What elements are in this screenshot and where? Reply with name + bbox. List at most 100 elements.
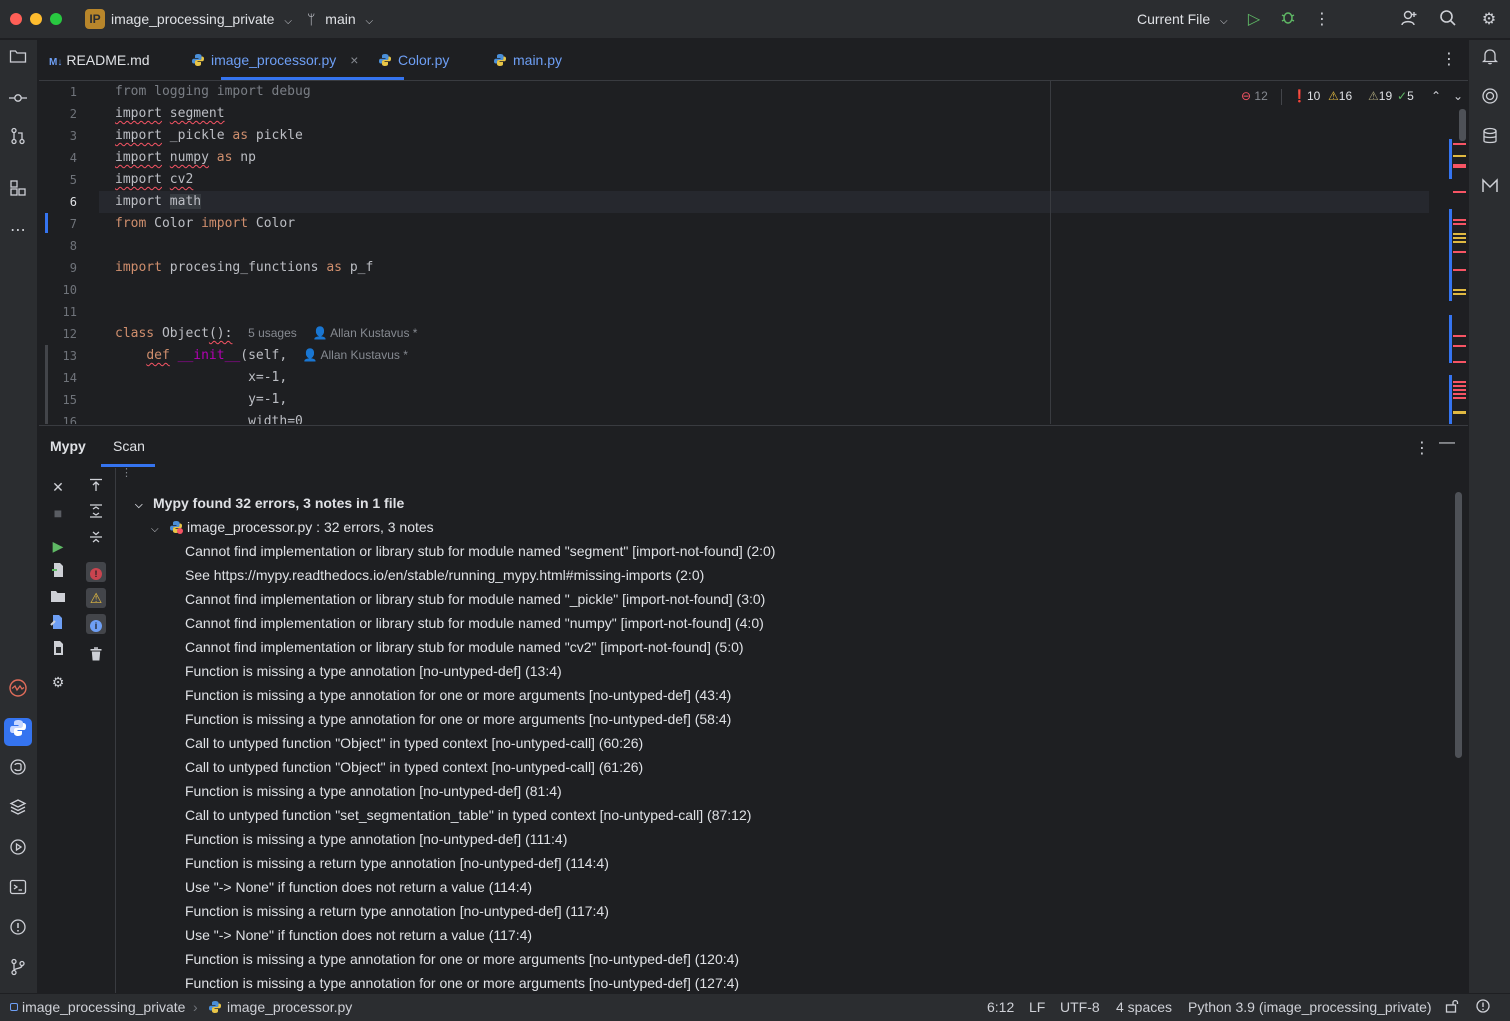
trash-icon[interactable] — [86, 646, 106, 666]
tree-file-node[interactable]: ⌵ image_processor.py : 32 errors, 3 notes — [151, 519, 434, 535]
result-item[interactable]: Cannot find implementation or library st… — [185, 635, 775, 659]
result-item[interactable]: Function is missing a return type annota… — [185, 899, 775, 923]
inspection-weak-warning-count[interactable]: ⚠19 — [1368, 89, 1392, 103]
problems-status-icon[interactable] — [1476, 999, 1490, 1016]
tool-window-options-icon[interactable]: ⋮ — [1414, 438, 1430, 458]
next-highlight-icon[interactable]: ⌄ — [1453, 89, 1463, 103]
minimize-window-button[interactable] — [30, 13, 42, 25]
inspection-warning-count[interactable]: ⚠16 — [1328, 89, 1352, 103]
close-tab-icon[interactable]: × — [350, 52, 358, 68]
project-selector[interactable]: image_processing_private ⌵ — [111, 11, 292, 27]
author-hint[interactable]: 👤 Allan Kustavus * — [303, 348, 408, 362]
stop-icon[interactable]: ■ — [48, 503, 68, 523]
result-item[interactable]: Use "-> None" if function does not retur… — [185, 875, 775, 899]
tab-scan[interactable]: Scan — [113, 438, 145, 454]
ai-assistant-icon[interactable] — [1477, 87, 1503, 113]
close-window-button[interactable] — [10, 13, 22, 25]
filter-errors-icon[interactable]: ! — [86, 562, 106, 582]
result-item[interactable]: Call to untyped function "set_segmentati… — [185, 803, 775, 827]
results-scrollbar[interactable] — [1455, 492, 1462, 758]
python-file-icon — [191, 42, 205, 66]
project-folder-icon[interactable] — [5, 47, 31, 73]
run-icon[interactable]: ▷ — [1243, 9, 1265, 31]
result-item[interactable]: Use "-> None" if function does not retur… — [185, 923, 775, 947]
pull-requests-icon[interactable] — [5, 127, 31, 153]
scan-directory-icon[interactable] — [48, 588, 68, 608]
drag-handle-icon[interactable]: ⋮ — [121, 466, 132, 479]
result-item[interactable]: Cannot find implementation or library st… — [185, 539, 775, 563]
indent-setting[interactable]: 4 spaces — [1116, 999, 1172, 1015]
search-icon[interactable] — [1437, 9, 1459, 31]
terminal-icon[interactable] — [5, 878, 31, 904]
more-actions-icon[interactable]: ⋮ — [1311, 9, 1333, 31]
debug-icon[interactable] — [1277, 9, 1299, 31]
run-scan-icon[interactable]: ▶ — [48, 536, 68, 556]
tab-image-processor[interactable]: image_processor.py × — [191, 40, 358, 80]
structure-icon[interactable] — [5, 179, 31, 205]
result-item[interactable]: Cannot find implementation or library st… — [185, 611, 775, 635]
result-item[interactable]: Function is missing a type annotation [n… — [185, 827, 775, 851]
result-item[interactable]: Function is missing a return type annota… — [185, 851, 775, 875]
add-user-icon[interactable] — [1398, 9, 1420, 31]
profiler-icon[interactable] — [5, 678, 31, 704]
inspection-error-count[interactable]: ❗10 — [1292, 89, 1320, 103]
python-packages-icon[interactable] — [5, 798, 31, 824]
scroll-to-source-icon[interactable] — [86, 477, 106, 497]
result-item[interactable]: Cannot find implementation or library st… — [185, 587, 775, 611]
close-icon[interactable]: ✕ — [48, 477, 68, 497]
scan-project-icon[interactable] — [48, 640, 68, 660]
result-item[interactable]: Call to untyped function "Object" in typ… — [185, 731, 775, 755]
more-tools-icon[interactable]: ⋯ — [5, 218, 31, 244]
lock-icon[interactable] — [1445, 999, 1459, 1016]
services-icon[interactable] — [5, 838, 31, 864]
run-config-selector[interactable]: Current File ⌵ — [1137, 11, 1228, 27]
branch-selector[interactable]: ᛘ main ⌵ — [307, 11, 373, 27]
usages-hint[interactable]: 5 usages — [248, 326, 297, 340]
previous-highlight-icon[interactable]: ⌃ — [1431, 89, 1441, 103]
filter-warnings-icon[interactable]: ⚠ — [86, 588, 106, 608]
database-icon[interactable] — [1477, 127, 1503, 153]
scan-changed-files-icon[interactable] — [48, 614, 68, 634]
minimize-panel-icon[interactable]: — — [1439, 434, 1455, 452]
scan-file-icon[interactable] — [48, 562, 68, 582]
error-stripe[interactable] — [1449, 109, 1467, 424]
result-item[interactable]: Function is missing a type annotation fo… — [185, 947, 775, 971]
problems-icon[interactable] — [5, 918, 31, 944]
result-item[interactable]: Function is missing a type annotation [n… — [185, 779, 775, 803]
tab-readme[interactable]: M↓ README.md — [49, 40, 150, 80]
inspection-blocked-count[interactable]: ⊖ 12 — [1241, 89, 1268, 103]
file-encoding[interactable]: UTF-8 — [1060, 999, 1100, 1015]
author-hint[interactable]: 👤 Allan Kustavus * — [312, 326, 417, 340]
breadcrumb-file[interactable]: image_processor.py — [208, 999, 352, 1015]
breadcrumb-project[interactable]: image_processing_private — [10, 999, 185, 1015]
result-item[interactable]: Function is missing a type annotation fo… — [185, 683, 775, 707]
caret-position[interactable]: 6:12 — [987, 999, 1014, 1015]
tree-root-summary[interactable]: ⌵ Mypy found 32 errors, 3 notes in 1 file — [135, 495, 404, 511]
git-icon[interactable] — [5, 958, 31, 984]
result-item[interactable]: Call to untyped function "Object" in typ… — [185, 755, 775, 779]
tab-main[interactable]: main.py — [493, 40, 562, 80]
project-badge[interactable]: IP — [85, 9, 105, 29]
result-item[interactable]: Function is missing a type annotation fo… — [185, 707, 775, 731]
markdown-preview-icon[interactable] — [1477, 177, 1503, 203]
mypy-tool-icon[interactable] — [4, 718, 32, 746]
line-number: 2 — [69, 107, 77, 121]
settings-gear-icon[interactable]: ⚙ — [1478, 9, 1500, 31]
line-separator[interactable]: LF — [1029, 999, 1045, 1015]
settings-gear-icon[interactable]: ⚙ — [48, 672, 68, 692]
collapse-all-icon[interactable] — [86, 529, 106, 549]
python-console-icon[interactable] — [5, 758, 31, 784]
tab-options-icon[interactable]: ⋮ — [1441, 40, 1457, 80]
code-editor[interactable]: 1 2 3 4 5 6 7 8 9 10 11 12 13 14 15 16 f… — [39, 81, 1468, 424]
result-item[interactable]: Function is missing a type annotation fo… — [185, 971, 775, 995]
filter-info-icon[interactable]: i — [86, 614, 106, 634]
result-item[interactable]: Function is missing a type annotation [n… — [185, 659, 775, 683]
zoom-window-button[interactable] — [50, 13, 62, 25]
tab-color[interactable]: Color.py — [378, 40, 449, 80]
result-item[interactable]: See https://mypy.readthedocs.io/en/stabl… — [185, 563, 775, 587]
notifications-bell-icon[interactable] — [1477, 47, 1503, 73]
inspection-ok-count[interactable]: ✓5 — [1397, 89, 1414, 103]
expand-all-icon[interactable] — [86, 503, 106, 523]
commit-icon[interactable] — [5, 87, 31, 113]
python-interpreter[interactable]: Python 3.9 (image_processing_private) — [1188, 999, 1432, 1015]
